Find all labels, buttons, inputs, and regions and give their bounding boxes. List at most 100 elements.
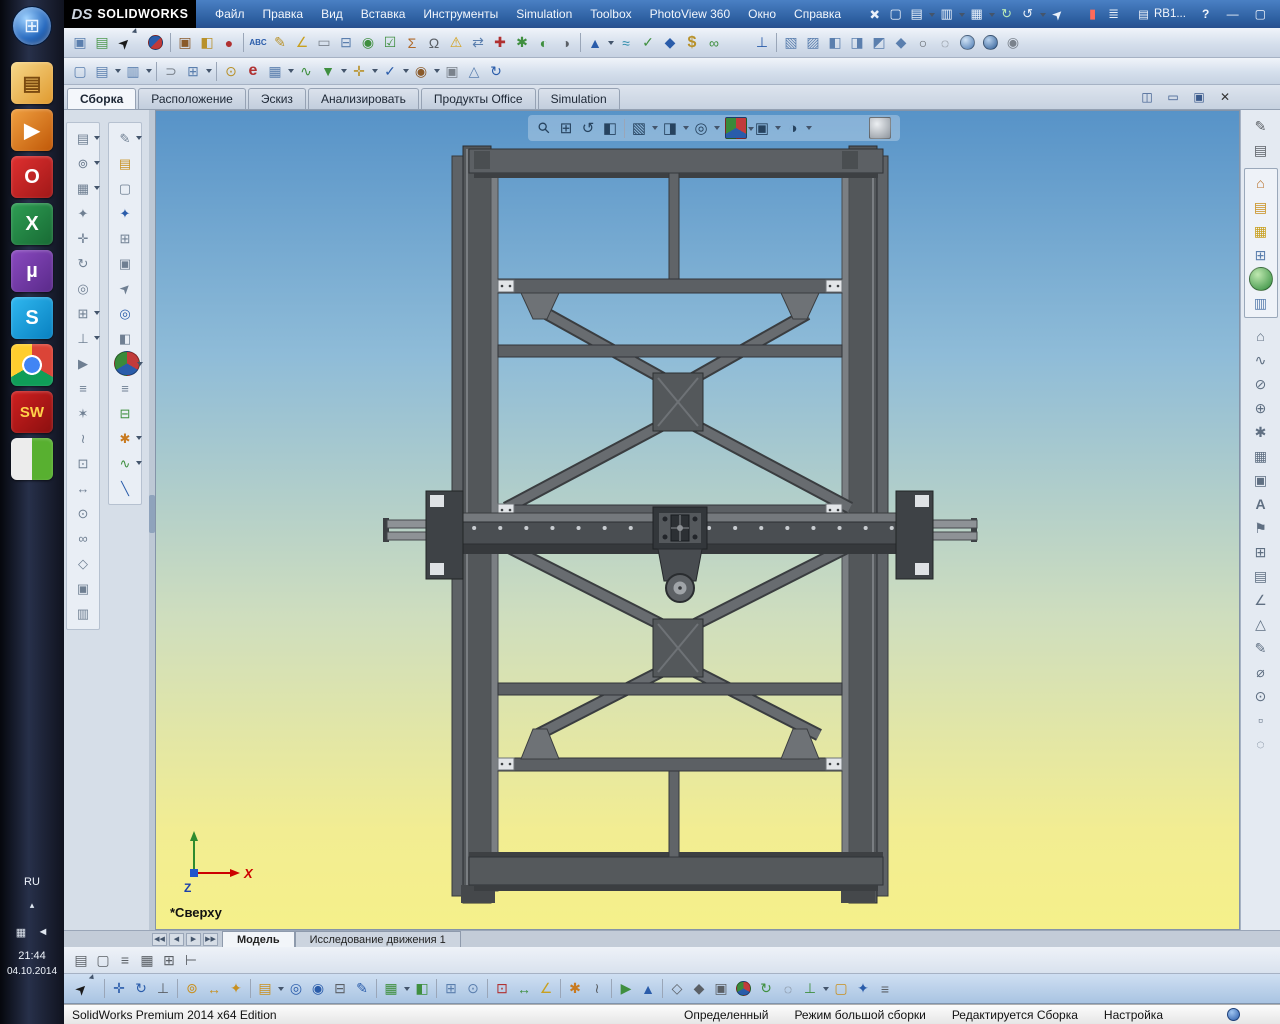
view-back-icon[interactable]: ▨ [802, 32, 824, 54]
smart-mate-icon[interactable]: ✦ [225, 978, 247, 1000]
change-transparency-icon[interactable]: ◧ [112, 326, 138, 351]
mirror-components-icon[interactable]: ◧ [411, 978, 433, 1000]
menu-10[interactable]: Справка [785, 0, 850, 28]
undo-icon[interactable]: ↺ [1017, 4, 1047, 25]
tray-volume-icon[interactable]: ◄ [35, 924, 51, 940]
clock-time[interactable]: 21:44 [0, 950, 64, 962]
show-hidden-tray-icon[interactable]: ▴ [0, 900, 64, 911]
sw-rx-icon[interactable]: ▮ [1082, 4, 1103, 25]
format-painter-icon[interactable]: ✎ [269, 32, 291, 54]
assembly-features-icon[interactable]: ⊞ [440, 978, 462, 1000]
preview-window-icon[interactable]: ▦ [264, 60, 294, 82]
new-part-icon[interactable]: ▢ [830, 978, 852, 1000]
sheet-icon[interactable]: ▤ [1249, 564, 1273, 588]
target-icon[interactable]: ⊙ [1249, 684, 1273, 708]
new-document-icon[interactable]: ▢ [885, 4, 906, 25]
print-icon[interactable]: ▦ [966, 4, 996, 25]
collapse-manager-icon[interactable]: ▭ [1164, 88, 1182, 106]
scan-to-3d-icon[interactable]: △ [463, 60, 485, 82]
appearances-scenes-icon[interactable] [1248, 267, 1273, 291]
attachments-icon[interactable]: ⊃ [160, 60, 182, 82]
insert-part-icon[interactable]: ▤ [112, 151, 138, 176]
lightweight-icon[interactable]: ◌ [777, 978, 799, 1000]
open-document-icon[interactable]: ▤ [906, 4, 936, 25]
appearance-icon[interactable] [114, 351, 143, 376]
tab-5[interactable]: Продукты Office [420, 88, 536, 109]
print3d-icon[interactable]: ▣ [69, 32, 91, 54]
thumbnail-view-icon[interactable]: ▦ [136, 949, 158, 971]
tab-3[interactable]: Эскиз [247, 88, 306, 109]
plus-grid-icon[interactable]: ⊞ [1249, 540, 1273, 564]
component-properties-icon[interactable]: ≡ [112, 376, 138, 401]
edit-component-icon[interactable]: ✎ [351, 978, 373, 1000]
pdm-vault-icon[interactable]: ▼ [317, 60, 347, 82]
pencil-icon[interactable]: ✎ [1249, 636, 1273, 660]
hole-alignment-icon[interactable]: ⊙ [70, 501, 96, 526]
exploded-view-icon[interactable]: ✶ [70, 401, 96, 426]
taskpane-brush-icon[interactable]: ✎ [1249, 114, 1273, 138]
edit-appearance-icon[interactable] [725, 117, 754, 139]
mate-icon[interactable]: ⊚ [181, 978, 203, 1000]
zoom-area-icon[interactable]: ⊞ [555, 117, 577, 139]
view-left-icon[interactable]: ◧ [824, 32, 846, 54]
speedpak-icon[interactable]: ◆ [688, 978, 710, 1000]
tab-prev-icon[interactable]: ◀ [169, 932, 184, 946]
save-icon[interactable]: ▥ [936, 4, 966, 25]
start-button-icon[interactable]: ⊞ [12, 6, 52, 46]
tab-last-icon[interactable]: ▶▶ [203, 932, 218, 946]
reference-geometry-icon[interactable]: ⊥ [70, 326, 100, 351]
select-cursor-icon[interactable]: ➤ [108, 27, 139, 58]
small-box-icon[interactable]: ▫ [1249, 708, 1273, 732]
explode-line-icon[interactable]: ≀ [586, 978, 608, 1000]
select-tool-icon[interactable]: ➤ [65, 973, 96, 1004]
interference-warning-icon[interactable]: ⚠ [445, 32, 467, 54]
isolate-icon[interactable]: ▣ [710, 978, 732, 1000]
suppress-icon[interactable]: ⊟ [329, 978, 351, 1000]
show-hidden-icon[interactable]: ◎ [70, 276, 96, 301]
camera-icon[interactable]: ▣ [174, 32, 196, 54]
messenger-icon[interactable] [11, 438, 53, 480]
menu-1[interactable]: Файл [206, 0, 254, 28]
spline-tool-icon[interactable]: ∿ [112, 451, 142, 476]
view-top-icon[interactable]: ◩ [868, 32, 890, 54]
photoview-icon[interactable]: ◉ [410, 60, 440, 82]
deviation-analysis-icon[interactable]: ✱ [511, 32, 533, 54]
costing-icon[interactable]: $ [681, 32, 703, 54]
taskpane-note-icon[interactable]: ▤ [1249, 138, 1273, 162]
bom-icon[interactable]: ≡ [874, 978, 896, 1000]
ambient-sphere-icon[interactable] [869, 117, 891, 139]
interference-detection-icon[interactable]: ⊡ [70, 451, 96, 476]
insert-component-icon[interactable]: ▤ [254, 978, 284, 1000]
text-tool-icon[interactable]: A [1249, 492, 1273, 516]
options-list-icon[interactable]: ≣ [1103, 4, 1124, 25]
custom-properties-icon[interactable]: ▥ [1249, 291, 1273, 315]
home-icon[interactable]: ⌂ [1249, 324, 1273, 348]
mass-properties-icon[interactable]: Ω [423, 32, 445, 54]
status-help-sphere-icon[interactable] [1227, 1008, 1240, 1021]
maximize-icon[interactable]: ▢ [1255, 0, 1266, 28]
virtual-component-icon[interactable]: ▢ [112, 176, 138, 201]
hidden-lines-icon[interactable]: ◌ [934, 32, 956, 54]
hide-show-component-icon[interactable]: ◎ [112, 301, 138, 326]
compare-documents-icon[interactable]: ⇄ [467, 32, 489, 54]
page-setup-icon[interactable]: ▢ [92, 949, 114, 971]
simulation-icon[interactable]: ▲ [637, 978, 659, 1000]
apply-scene-sphere-icon[interactable]: ◉ [1002, 32, 1024, 54]
import-diagnostics-icon[interactable]: ✚ [489, 32, 511, 54]
sustainability-icon[interactable]: ∞ [703, 32, 725, 54]
tree-view-icon[interactable]: ⊢ [180, 949, 202, 971]
dfmxpress-icon[interactable]: ✓ [637, 32, 659, 54]
design-checker-icon[interactable]: ✓ [379, 60, 409, 82]
smart-fasteners-icon[interactable]: ✦ [852, 978, 874, 1000]
view-palette-icon[interactable]: ⊞ [1249, 243, 1273, 267]
hole-wizard-icon[interactable]: ⊙ [462, 978, 484, 1000]
menu-8[interactable]: PhotoView 360 [641, 0, 740, 28]
angle-icon[interactable]: ∠ [1249, 588, 1273, 612]
pack-and-go-icon[interactable]: ⊞ [182, 60, 212, 82]
component-pattern-icon[interactable]: ▦ [380, 978, 410, 1000]
make-assembly-icon[interactable]: ▥ [122, 60, 152, 82]
tab-next-icon[interactable]: ▶ [186, 932, 201, 946]
record-video-icon[interactable]: ● [218, 32, 240, 54]
triangle-icon[interactable]: △ [1249, 612, 1273, 636]
tab-first-icon[interactable]: ◀◀ [152, 932, 167, 946]
